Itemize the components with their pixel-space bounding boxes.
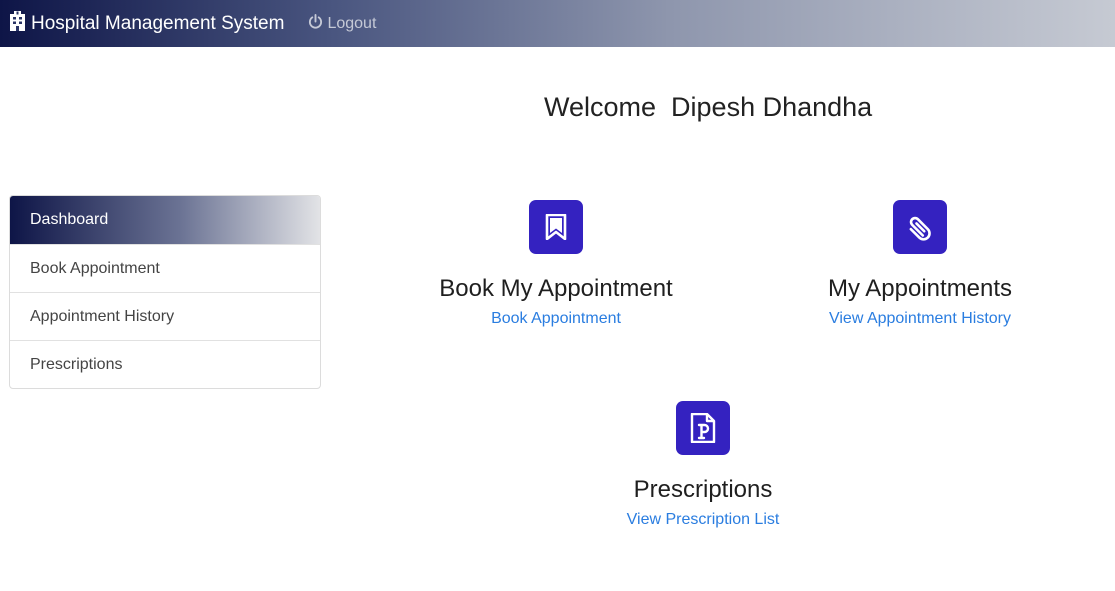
view-prescription-list-link[interactable]: View Prescription List (553, 511, 853, 529)
prescriptions-card: Prescriptions View Prescription List (553, 401, 853, 529)
hospital-icon (9, 10, 31, 37)
prescription-file-icon (676, 401, 730, 455)
power-icon (308, 13, 327, 34)
my-appointments-title: My Appointments (827, 275, 1013, 302)
sidebar-item-prescriptions[interactable]: Prescriptions (10, 340, 320, 388)
book-appointment-link[interactable]: Book Appointment (406, 310, 706, 328)
welcome-heading: Welcome Dipesh Dhandha (544, 92, 873, 122)
logout-link[interactable]: Logout (308, 13, 377, 34)
brand[interactable]: Hospital Management System (9, 10, 285, 37)
sidebar-menu: Dashboard Book Appointment Appointment H… (9, 195, 321, 389)
sidebar-item-appointment-history[interactable]: Appointment History (10, 292, 320, 340)
paperclip-icon (893, 200, 947, 254)
logout-label: Logout (327, 14, 377, 32)
sidebar-item-dashboard[interactable]: Dashboard (10, 196, 320, 244)
brand-title: Hospital Management System (31, 12, 285, 34)
prescriptions-title: Prescriptions (633, 476, 773, 503)
view-appointment-history-link[interactable]: View Appointment History (770, 310, 1070, 328)
book-appointment-card: Book My Appointment Book Appointment (406, 200, 706, 328)
bookmark-icon (529, 200, 583, 254)
my-appointments-card: My Appointments View Appointment History (770, 200, 1070, 328)
book-appointment-title: Book My Appointment (439, 275, 673, 302)
top-navbar: Hospital Management System Logout (0, 0, 1115, 47)
sidebar-item-book-appointment[interactable]: Book Appointment (10, 244, 320, 292)
